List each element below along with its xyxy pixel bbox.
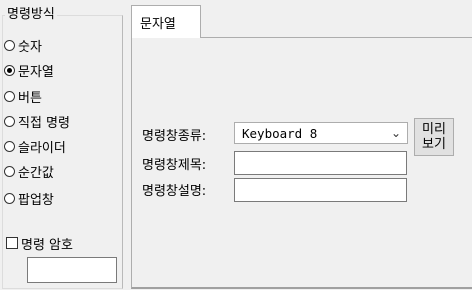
window-type-label: 명령창종류:	[142, 129, 207, 144]
command-method-title: 명령방식	[5, 3, 57, 22]
radio-label: 숫자	[18, 39, 42, 55]
radio-label: 팝업창	[18, 192, 54, 208]
password-checkbox-row[interactable]: 명령 암호	[6, 233, 73, 253]
radio-label: 문자열	[18, 64, 54, 80]
radio-circle	[4, 90, 15, 102]
radio-label: 순간값	[18, 165, 54, 181]
password-checkbox-label: 명령 암호	[21, 237, 73, 253]
chevron-down-icon: ⌄	[390, 126, 401, 140]
radio-direct-command[interactable]: 직접 명령	[4, 111, 70, 131]
radio-circle	[4, 64, 15, 76]
password-checkbox[interactable]	[6, 237, 18, 249]
tab-string[interactable]: 문자열	[131, 5, 201, 38]
window-desc-label: 명령창설명:	[142, 184, 207, 199]
radio-circle	[4, 140, 15, 152]
preview-button-line1: 미리	[422, 122, 446, 137]
window-type-select[interactable]: Keyboard 8 ⌄	[234, 122, 408, 144]
tab-label: 문자열	[140, 17, 176, 32]
radio-popup[interactable]: 팝업창	[4, 188, 54, 208]
radio-selected-dot	[7, 67, 12, 73]
password-input[interactable]	[27, 257, 117, 283]
radio-circle	[4, 39, 15, 51]
radio-momentary[interactable]: 순간값	[4, 161, 54, 181]
preview-button-line2: 보기	[422, 137, 446, 152]
radio-label: 버튼	[18, 90, 42, 106]
window-type-value: Keyboard 8	[242, 125, 318, 141]
radio-slider[interactable]: 슬라이더	[4, 136, 66, 156]
preview-button[interactable]: 미리 보기	[414, 118, 454, 156]
radio-circle	[4, 165, 15, 177]
window-title-label: 명령창제목:	[142, 158, 207, 173]
radio-string[interactable]: 문자열	[4, 60, 54, 80]
radio-circle	[4, 115, 15, 127]
radio-button[interactable]: 버튼	[4, 86, 42, 106]
radio-label: 슬라이더	[18, 140, 66, 156]
radio-label: 직접 명령	[18, 115, 70, 131]
window-desc-input[interactable]	[234, 178, 407, 202]
radio-number[interactable]: 숫자	[4, 35, 42, 55]
radio-circle	[4, 192, 15, 204]
window-title-input[interactable]	[234, 151, 407, 175]
